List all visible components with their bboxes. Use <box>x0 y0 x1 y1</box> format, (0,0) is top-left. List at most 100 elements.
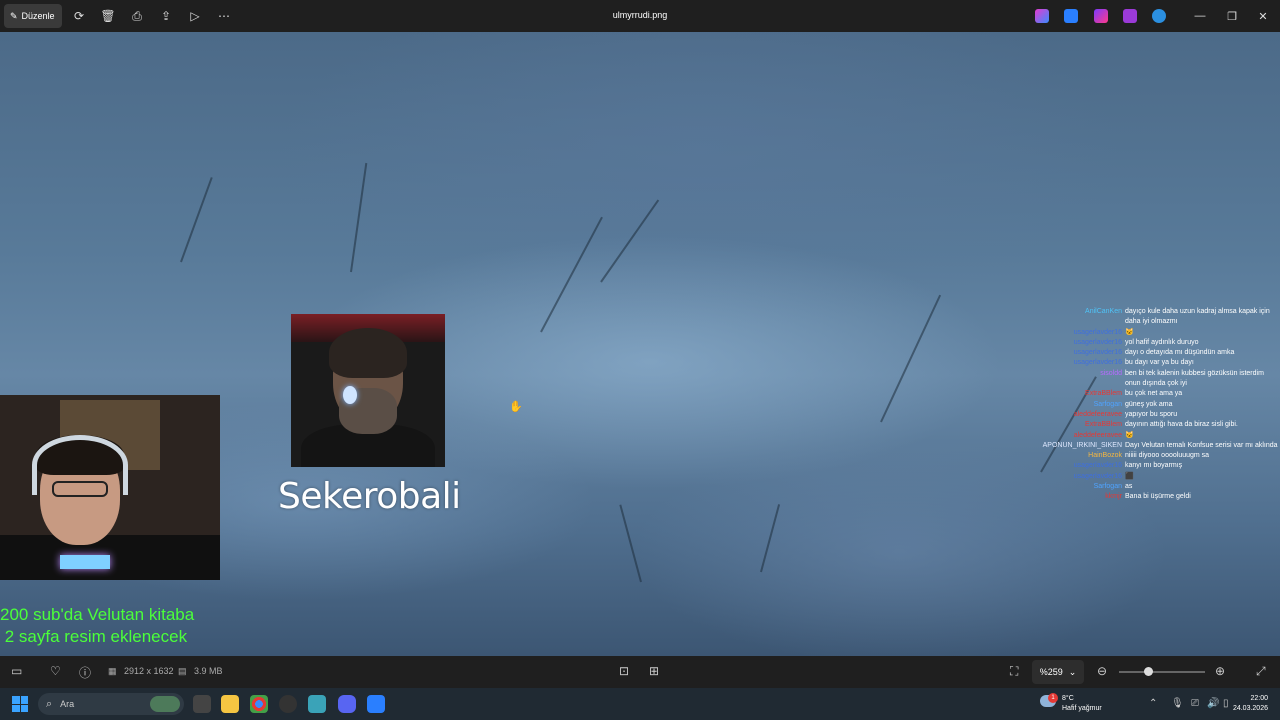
title-bar: ✎ Düzenle ⟳ 🗑 ⎙ ⇪ ▷ ⋯ ulmyrrudi.png — ❐ … <box>0 0 1280 32</box>
chevron-down-icon: ⌄ <box>1068 666 1077 677</box>
chat-message: sisoldd ben bi tek kalenin kubbesi gözüks… <box>1030 369 1280 390</box>
chat-username[interactable]: usagerlavder16 <box>1030 348 1125 358</box>
discord-icon[interactable] <box>338 695 356 713</box>
chat-message: Sarfogan as <box>1030 482 1280 492</box>
weather-temp: 8°C <box>1062 695 1074 702</box>
file-size: 3.9 MB <box>194 666 223 676</box>
fullscreen-icon[interactable]: ⤢ <box>1256 664 1266 679</box>
chrome-icon[interactable] <box>250 695 268 713</box>
copilot-icon[interactable] <box>1035 9 1049 23</box>
clock-date: 24.03.2026 <box>1232 705 1268 712</box>
chat-username[interactable]: HainBozok <box>1030 451 1125 461</box>
windows-logo-tile <box>12 704 20 712</box>
minimize-button[interactable]: — <box>1192 8 1208 24</box>
grass-stroke <box>880 294 942 423</box>
chat-username[interactable]: usagerlavder16 <box>1030 338 1125 348</box>
streamer-webcam <box>291 314 445 467</box>
chat-username[interactable]: Sarfogan <box>1030 482 1125 492</box>
taskbar-search[interactable]: ⌕ Ara <box>38 693 184 715</box>
chat-message: kkmjr Bana bi üşürme geldi <box>1030 492 1280 502</box>
chat-username[interactable]: Sarfogan <box>1030 400 1125 410</box>
grass-stroke <box>180 177 213 263</box>
task-view-icon[interactable] <box>193 695 211 713</box>
designer-icon[interactable] <box>1064 9 1078 23</box>
start-button[interactable] <box>12 696 28 712</box>
photos-icon[interactable] <box>367 695 385 713</box>
zoom-slider-track[interactable] <box>1119 671 1205 673</box>
chat-text: Bana bi üşürme geldi <box>1125 493 1191 501</box>
info-icon[interactable]: ⓘ <box>79 664 91 681</box>
filesize-icon: ▤ <box>178 666 187 676</box>
photo-editor-icon[interactable] <box>1123 9 1137 23</box>
volume-icon[interactable]: 🔊 <box>1207 698 1219 709</box>
clipchamp-icon[interactable] <box>1094 9 1108 23</box>
windows-taskbar: ⌕ Ara 1 8°C Hafif yağmur ⌃ 🎙 ⎚ 🔊 ▯ 22:00… <box>0 688 1280 720</box>
onedrive-icon[interactable] <box>1152 9 1166 23</box>
zoom-out-icon[interactable]: ⊖ <box>1097 664 1107 678</box>
grass-stroke <box>350 162 368 273</box>
chat-text: dayının attığı hava da biraz sisli gibi. <box>1125 421 1238 429</box>
chat-username[interactable]: APONUN_IRKINI_SIKEN <box>1030 441 1125 451</box>
search-label: Ara <box>60 699 75 709</box>
chat-message: ExtraBBlem dayının attığı hava da biraz s… <box>1030 420 1280 430</box>
maximize-button[interactable]: ❐ <box>1224 8 1240 24</box>
chat-username[interactable]: aleddefeeravee <box>1030 410 1125 420</box>
scan-text-icon[interactable]: ⊞ <box>649 664 659 678</box>
viewer-status-bar: ▭ ♡ ⓘ ▦ 2912 x 1632 ▤ 3.9 MB ⊡ ⊞ ⛶ %259 … <box>0 656 1280 688</box>
chat-username[interactable]: aleddefeeravee <box>1030 431 1125 441</box>
webcam-person-hair <box>329 328 407 378</box>
obs-icon[interactable] <box>279 695 297 713</box>
filmstrip-icon[interactable]: ▭ <box>11 664 22 678</box>
search-icon: ⌕ <box>46 697 53 710</box>
microphone-icon <box>60 555 110 569</box>
file-name: ulmyrrudi.png <box>612 10 668 20</box>
fit-to-window-icon[interactable]: ⛶ <box>1010 664 1018 679</box>
stream-chat: AnilCanKen dayıço kule daha uzun kadraj a… <box>1030 307 1280 503</box>
chat-username[interactable]: ExtraBBlem <box>1030 420 1125 430</box>
chat-text: ⬛ <box>1125 472 1134 480</box>
guest-webcam <box>0 395 220 580</box>
chat-message: AnilCanKen dayıço kule daha uzun kadraj a… <box>1030 307 1280 328</box>
chat-text: bu çok net ama ya <box>1125 390 1183 398</box>
chat-username[interactable]: usagerlavder16 <box>1030 472 1125 482</box>
chat-text: ben bi tek kalenin kubbesi gözüksün iste… <box>1125 369 1264 388</box>
microphone-icon[interactable]: 🎙 <box>1171 698 1184 709</box>
close-button[interactable]: ✕ <box>1255 8 1271 24</box>
chevron-up-icon[interactable]: ⌃ <box>1149 698 1157 709</box>
app-icon[interactable] <box>308 695 326 713</box>
chat-message: usagerlavder16 kanyı mı boyarmış <box>1030 461 1280 471</box>
chat-username[interactable]: ExtraBBlem <box>1030 389 1125 399</box>
grass-stroke <box>540 216 603 333</box>
zoom-value: %259 <box>1039 667 1063 677</box>
chat-text: yapıyor bu sporu <box>1125 410 1178 418</box>
chat-message: aleddefeeravee yapıyor bu sporu <box>1030 410 1280 420</box>
file-explorer-icon[interactable] <box>221 695 239 713</box>
chat-text: niiiii diyooo ooooluuugm sa <box>1125 452 1210 460</box>
chat-text: dayıço kule daha uzun kadraj almsa kapak… <box>1125 308 1270 326</box>
visual-search-icon[interactable]: ⊡ <box>619 664 629 678</box>
battery-icon[interactable]: ▯ <box>1223 698 1229 709</box>
chat-text: dayı o detayıda mı düşündün amka <box>1125 349 1235 357</box>
search-highlight-icon <box>150 696 180 712</box>
webcam-person-body <box>0 535 220 580</box>
clock[interactable]: 22:00 24.03.2026 <box>1233 694 1268 714</box>
chat-username[interactable]: sisoldd <box>1030 369 1125 379</box>
zoom-slider-thumb[interactable] <box>1144 667 1153 676</box>
chat-username[interactable]: usagerlavder16 <box>1030 358 1125 368</box>
chat-text: yol hafif aydınlık duruyo <box>1125 338 1199 346</box>
chat-username[interactable]: usagerlavder16 <box>1030 461 1125 471</box>
windows-logo-tile <box>12 696 20 704</box>
dimensions-icon: ▦ <box>108 666 117 676</box>
weather-desc: Hafif yağmur <box>1062 705 1102 712</box>
chat-username[interactable]: kkmjr <box>1030 492 1125 502</box>
network-icon[interactable]: ⎚ <box>1191 698 1199 709</box>
chat-username[interactable]: AnilCanKen <box>1030 307 1125 317</box>
chat-message: APONUN_IRKINI_SIKEN Dayı Velutan temalı K… <box>1030 441 1280 451</box>
zoom-dropdown[interactable]: %259 ⌄ <box>1032 660 1084 684</box>
chat-text: bu dayı var ya bu dayı <box>1125 359 1194 367</box>
chat-username[interactable]: usagerlavder16 <box>1030 328 1125 338</box>
grass-stroke <box>760 504 781 573</box>
zoom-in-icon[interactable]: ⊕ <box>1215 664 1225 678</box>
favorite-icon[interactable]: ♡ <box>50 664 61 678</box>
chat-text: Dayı Velutan temalı Konfsue serisi var m… <box>1125 441 1278 449</box>
